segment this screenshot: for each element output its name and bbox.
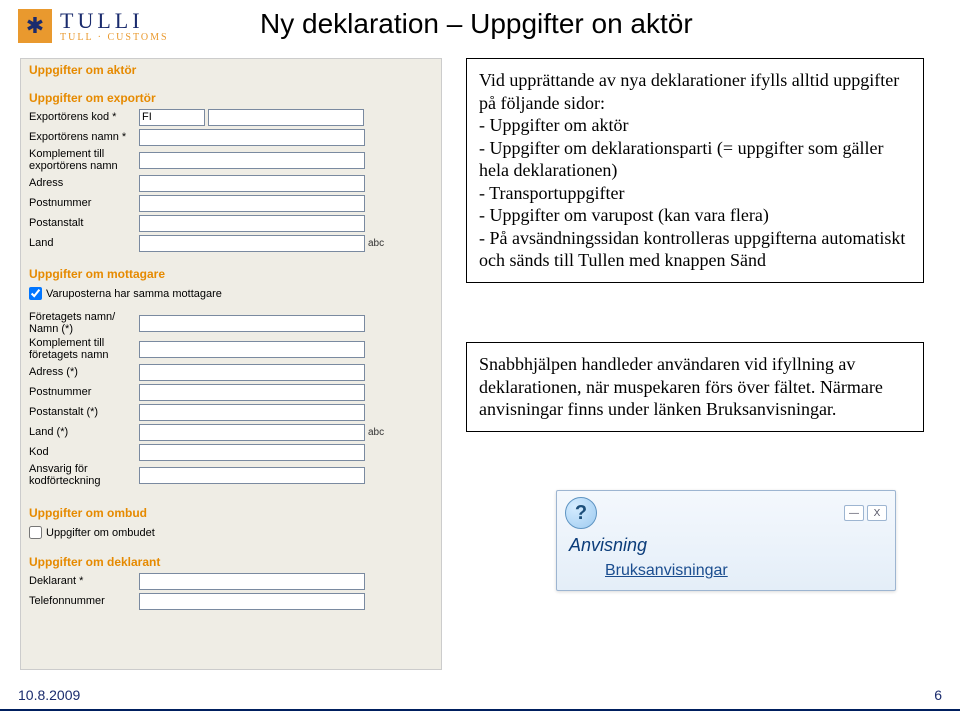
help-minimize-button[interactable]: — [844, 505, 864, 521]
logo-sub-text: TULL · CUSTOMS [60, 32, 169, 43]
deklarant-label: Deklarant * [29, 575, 139, 587]
land2-label: Land (*) [29, 426, 139, 438]
info1-b1: - Uppgifter om aktör [479, 114, 911, 137]
postanstalt2-input[interactable] [139, 404, 365, 421]
komplement-input[interactable] [139, 152, 365, 169]
section-deklarant: Uppgifter om deklarant [21, 551, 441, 571]
postnr2-label: Postnummer [29, 386, 139, 398]
kod2-label: Kod [29, 446, 139, 458]
info-box-1: Vid upprättande av nya deklarationer ify… [466, 58, 924, 283]
logo-main-text: TULLI [60, 8, 169, 34]
ombud-checkbox[interactable] [29, 526, 42, 539]
telefon-input[interactable] [139, 593, 365, 610]
abc-hint-2: abc [368, 427, 384, 438]
section-aktor: Uppgifter om aktör [21, 59, 441, 79]
info2-text: Snabbhjälpen handleder användaren vid if… [479, 353, 911, 421]
foretag-komp-input[interactable] [139, 341, 365, 358]
form-panel: Uppgifter om aktör Uppgifter om exportör… [20, 58, 442, 670]
section-exportor: Uppgifter om exportör [21, 87, 441, 107]
page-title: Ny deklaration – Uppgifter on aktör [260, 8, 693, 40]
info1-line1: Vid upprättande av nya deklarationer ify… [479, 69, 911, 114]
info1-b4: - Uppgifter om varupost (kan vara flera) [479, 204, 911, 227]
komplement-label: Komplement till exportörens namn [29, 148, 139, 172]
samma-mottagare-checkbox[interactable] [29, 287, 42, 300]
telefon-label: Telefonnummer [29, 595, 139, 607]
info-box-2: Snabbhjälpen handleder användaren vid if… [466, 342, 924, 432]
foretag-input[interactable] [139, 315, 365, 332]
kod-label: Exportörens kod * [29, 111, 139, 123]
adress-input[interactable] [139, 175, 365, 192]
foretag-komp-label: Komplement till företagets namn [29, 337, 139, 361]
postnr-label: Postnummer [29, 197, 139, 209]
section-mottagare: Uppgifter om mottagare [21, 263, 441, 283]
adress2-label: Adress (*) [29, 366, 139, 378]
samma-mottagare-label: Varuposterna har samma mottagare [46, 288, 222, 300]
postnr2-input[interactable] [139, 384, 365, 401]
ansvarig-label: Ansvarig för kodförteckning [29, 463, 139, 487]
postanstalt-label: Postanstalt [29, 217, 139, 229]
postanstalt-input[interactable] [139, 215, 365, 232]
deklarant-input[interactable] [139, 573, 365, 590]
postanstalt2-label: Postanstalt (*) [29, 406, 139, 418]
land-input[interactable] [139, 235, 365, 252]
namn-input[interactable] [139, 129, 365, 146]
help-widget: ? — X Anvisning Bruksanvisningar [556, 490, 896, 591]
adress2-input[interactable] [139, 364, 365, 381]
help-link-bruksanvisningar[interactable]: Bruksanvisningar [557, 562, 728, 590]
help-close-button[interactable]: X [867, 505, 887, 521]
kod-input-2[interactable] [208, 109, 364, 126]
foretag-label: Företagets namn/ Namn (*) [29, 311, 139, 335]
section-ombud: Uppgifter om ombud [21, 502, 441, 522]
land-label: Land [29, 237, 139, 249]
info1-b3: - Transportuppgifter [479, 182, 911, 205]
info1-b5: - På avsändningssidan kontrolleras uppgi… [479, 227, 911, 272]
land2-input[interactable] [139, 424, 365, 441]
logo: TULLI TULL · CUSTOMS [18, 8, 169, 43]
footer-date: 10.8.2009 [18, 687, 80, 703]
help-question-icon: ? [565, 497, 597, 529]
info1-b2: - Uppgifter om deklarationsparti (= uppg… [479, 137, 911, 182]
namn-label: Exportörens namn * [29, 131, 139, 143]
logo-icon [18, 9, 52, 43]
help-title: Anvisning [557, 535, 895, 562]
abc-hint: abc [368, 238, 384, 249]
footer-page-number: 6 [934, 687, 942, 703]
adress-label: Adress [29, 177, 139, 189]
postnr-input[interactable] [139, 195, 365, 212]
ombud-label: Uppgifter om ombudet [46, 527, 155, 539]
ansvarig-input[interactable] [139, 467, 365, 484]
kod2-input[interactable] [139, 444, 365, 461]
kod-input[interactable] [139, 109, 205, 126]
